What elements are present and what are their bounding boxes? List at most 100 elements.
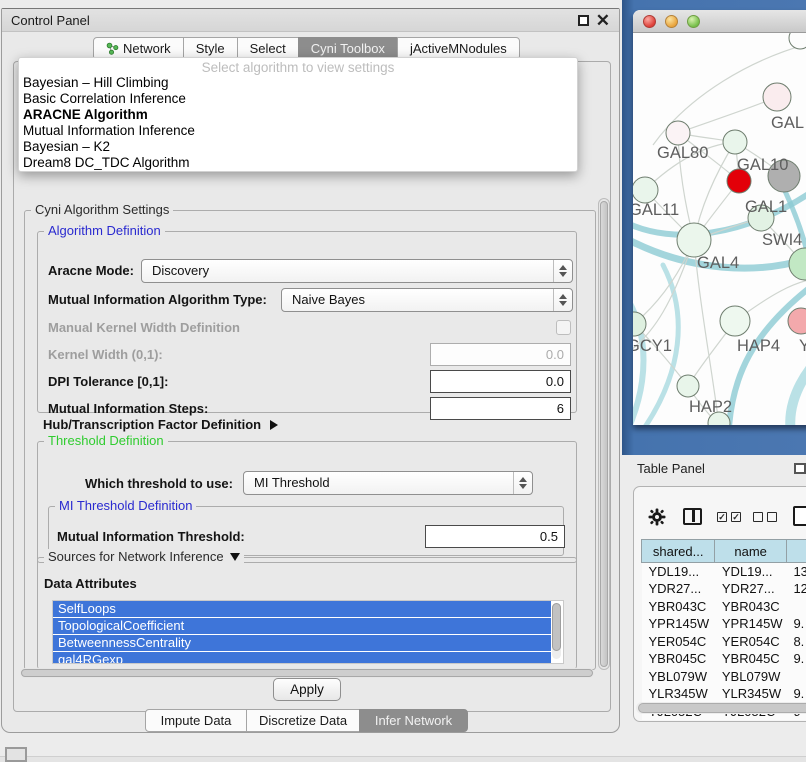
network-node-gal4[interactable] — [677, 223, 711, 257]
tab-style-label: Style — [196, 38, 225, 59]
column-header-name[interactable]: name — [715, 540, 787, 563]
data-attribute-item[interactable]: TopologicalCoefficient — [53, 618, 551, 634]
data-attributes-list[interactable]: SelfLoopsTopologicalCoefficientBetweenne… — [52, 600, 564, 664]
table-cell[interactable]: YBR045C — [715, 650, 787, 668]
dpi-tolerance-field[interactable] — [430, 370, 571, 393]
table-cell[interactable]: 9. — [786, 615, 806, 633]
network-node[interactable] — [789, 248, 806, 280]
table-cell[interactable]: YDL19... — [715, 563, 787, 581]
attributes-scrollbar[interactable] — [552, 603, 561, 659]
table-cell[interactable]: YBL079W — [642, 668, 715, 686]
network-node-gal11[interactable] — [633, 177, 658, 203]
minimize-traffic-light[interactable] — [665, 15, 678, 28]
hub-definition-expander[interactable]: Hub/Transcription Factor Definition — [43, 417, 278, 432]
table-row[interactable]: YLR345WYLR345W9. — [642, 685, 806, 703]
minimized-panel-icon[interactable] — [5, 747, 27, 762]
node-label-gal4: GAL4 — [697, 254, 739, 272]
data-attribute-item[interactable]: BetweennessCentrality — [53, 635, 551, 651]
table-row[interactable]: YPR145WYPR145W9. — [642, 615, 806, 633]
table-cell[interactable]: YER054C — [642, 633, 715, 651]
algorithm-option[interactable]: Basic Correlation Inference — [19, 91, 577, 107]
close-traffic-light[interactable] — [643, 15, 656, 28]
network-node-gal10[interactable] — [723, 130, 747, 154]
data-attribute-item[interactable]: gal4RGexp — [53, 652, 551, 664]
table-cell[interactable]: YPR145W — [642, 615, 715, 633]
algorithm-option[interactable]: Bayesian – Hill Climbing — [19, 75, 577, 91]
network-node-gal80[interactable] — [666, 121, 690, 145]
gear-icon[interactable] — [648, 508, 666, 526]
table-cell[interactable]: YDL19... — [642, 563, 715, 581]
network-node-y[interactable] — [788, 308, 806, 334]
expander-expanded-icon[interactable] — [230, 553, 240, 561]
network-canvas[interactable]: GALGAL80GAL10GAL11GAL1SWI4GAL4GCY1HAP4YH… — [633, 33, 806, 425]
mi-threshold-field[interactable] — [425, 525, 565, 548]
table-cell[interactable] — [786, 668, 806, 686]
table-panel-float-icon[interactable] — [794, 463, 806, 474]
unchecked-pair-icon[interactable] — [753, 512, 777, 522]
table-row[interactable]: YDR27...YDR27...12 — [642, 580, 806, 598]
which-threshold-select[interactable]: MI Threshold — [243, 471, 533, 495]
node-label-gal80: GAL80 — [657, 144, 708, 162]
node-label-gcy1: GCY1 — [633, 337, 672, 355]
columns-icon[interactable] — [683, 508, 702, 525]
table-cell[interactable]: YBL079W — [715, 668, 787, 686]
float-window-icon[interactable] — [578, 15, 589, 26]
table-row[interactable]: YBR045CYBR045C9. — [642, 650, 806, 668]
control-panel-title: Control Panel — [11, 13, 90, 28]
settings-vertical-scrollbar[interactable] — [598, 198, 610, 670]
tab-impute-data-label: Impute Data — [161, 710, 232, 731]
settings-horizontal-scrollbar[interactable] — [20, 668, 594, 678]
table-cell[interactable]: YDR27... — [642, 580, 715, 598]
table-panel-region: Table Panel ✓✓ — [622, 455, 806, 762]
table-cell[interactable]: 13 — [786, 563, 806, 581]
table-cell[interactable]: 12 — [786, 580, 806, 598]
table-cell[interactable]: YBR045C — [642, 650, 715, 668]
table-row[interactable]: YBR043CYBR043C — [642, 598, 806, 616]
node-table: shared... name YDL19...YDL19...13YDR27..… — [641, 539, 806, 720]
tab-discretize-data[interactable]: Discretize Data — [246, 709, 360, 732]
network-node-hap2[interactable] — [677, 375, 699, 397]
dpi-tolerance-label: DPI Tolerance [0,1]: — [48, 374, 168, 389]
data-attribute-item[interactable]: SelfLoops — [53, 601, 551, 617]
manual-kernel-checkbox — [556, 320, 571, 335]
table-cell[interactable] — [786, 598, 806, 616]
table-cell[interactable]: 8. — [786, 633, 806, 651]
algorithm-definition-group: Algorithm Definition Aracne Mode: Discov… — [37, 231, 577, 413]
column-header-third[interactable] — [786, 540, 806, 563]
tab-impute-data[interactable]: Impute Data — [145, 709, 247, 732]
table-horizontal-scrollbar[interactable] — [636, 702, 806, 714]
tab-network-label: Network — [123, 38, 171, 59]
algorithm-option[interactable]: ARACNE Algorithm — [19, 107, 577, 123]
node-label-hap4: HAP4 — [737, 337, 780, 355]
table-cell[interactable]: YPR145W — [715, 615, 787, 633]
document-icon[interactable] — [793, 506, 806, 526]
mi-threshold-legend: MI Threshold Definition — [55, 498, 196, 513]
table-cell[interactable]: YBR043C — [715, 598, 787, 616]
network-node-hap4[interactable] — [720, 306, 750, 336]
table-row[interactable]: YBL079WYBL079W — [642, 668, 806, 686]
algorithm-option[interactable]: Dream8 DC_TDC Algorithm — [19, 155, 577, 171]
table-cell[interactable]: 9. — [786, 650, 806, 668]
table-cell[interactable]: YDR27... — [715, 580, 787, 598]
mi-type-select[interactable]: Naive Bayes — [281, 288, 573, 312]
algorithm-option[interactable]: Mutual Information Inference — [19, 123, 577, 139]
column-header-shared[interactable]: shared... — [642, 540, 715, 563]
table-cell[interactable]: YLR345W — [642, 685, 715, 703]
table-row[interactable]: YDL19...YDL19...13 — [642, 563, 806, 581]
table-cell[interactable]: YBR043C — [642, 598, 715, 616]
tab-infer-network[interactable]: Infer Network — [359, 709, 468, 732]
node-label-gal10: GAL10 — [737, 156, 788, 174]
zoom-traffic-light[interactable] — [687, 15, 700, 28]
aracne-mode-select[interactable]: Discovery — [141, 259, 573, 283]
algorithm-option[interactable]: Bayesian – K2 — [19, 139, 577, 155]
close-icon[interactable]: ✕ — [596, 10, 610, 31]
apply-button[interactable]: Apply — [273, 678, 341, 701]
network-node-gal[interactable] — [763, 83, 791, 111]
network-node[interactable] — [789, 33, 806, 49]
mi-steps-field[interactable] — [430, 397, 571, 420]
table-cell[interactable]: YER054C — [715, 633, 787, 651]
table-cell[interactable]: YLR345W — [715, 685, 787, 703]
table-row[interactable]: YER054CYER054C8. — [642, 633, 806, 651]
checked-pair-icon[interactable]: ✓✓ — [717, 512, 741, 522]
table-cell[interactable]: 9. — [786, 685, 806, 703]
